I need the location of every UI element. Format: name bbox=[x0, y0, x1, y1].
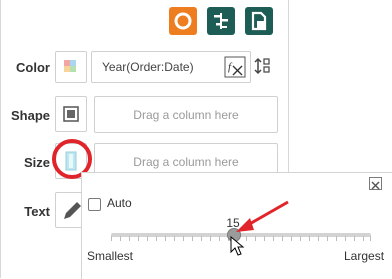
sort-icon[interactable] bbox=[254, 57, 272, 77]
color-swatch-button[interactable] bbox=[55, 51, 87, 83]
shape-picker-button[interactable] bbox=[55, 96, 87, 132]
square-shape-icon bbox=[63, 106, 79, 122]
color-field-value: Year(Order:Date) bbox=[102, 60, 194, 74]
color-label: Color bbox=[16, 60, 50, 75]
slider-min-label: Smallest bbox=[87, 249, 134, 263]
color-field[interactable]: Year(Order:Date) f bbox=[91, 51, 251, 83]
formula-edit-icon[interactable]: f bbox=[224, 56, 246, 78]
close-popup-button[interactable] bbox=[369, 177, 382, 190]
color-palette-icon bbox=[64, 60, 76, 72]
shape-label: Shape bbox=[10, 108, 50, 123]
size-label: Size bbox=[23, 155, 50, 170]
layout-chart-button[interactable] bbox=[245, 7, 273, 35]
shape-drop-zone[interactable]: Drag a column here bbox=[94, 96, 278, 133]
close-icon bbox=[371, 181, 380, 190]
panel-left-border bbox=[0, 0, 1, 278]
slider-max-label: Largest bbox=[344, 249, 385, 263]
auto-checkbox-label: Auto bbox=[107, 196, 132, 210]
mouse-cursor-icon bbox=[230, 236, 245, 256]
donut-chart-button[interactable] bbox=[169, 7, 197, 35]
donut-chart-icon bbox=[174, 12, 192, 30]
panel-right-border bbox=[288, 0, 289, 172]
gantt-chart-button[interactable] bbox=[207, 7, 235, 35]
gantt-chart-icon bbox=[214, 13, 228, 29]
text-label: Text bbox=[24, 204, 50, 219]
auto-checkbox[interactable] bbox=[88, 198, 101, 211]
layout-chart-icon bbox=[251, 11, 267, 31]
